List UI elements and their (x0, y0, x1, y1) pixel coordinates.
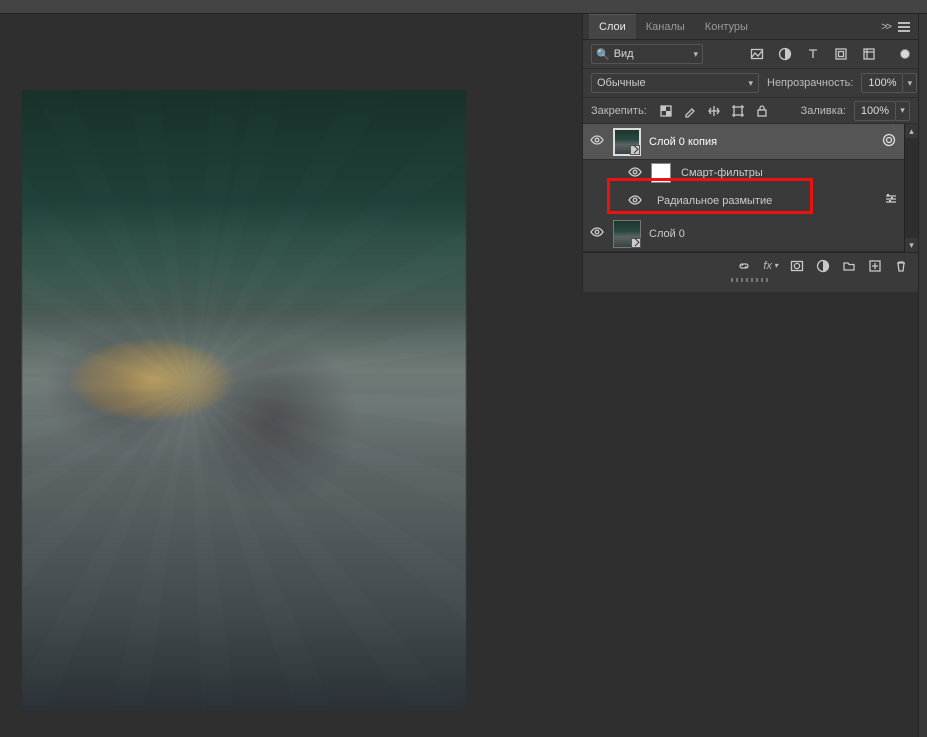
filter-toggle-icon[interactable] (900, 49, 910, 59)
layer-kind-select[interactable]: 🔍 Вид ▾ (591, 44, 703, 64)
filter-shape-icon[interactable] (834, 47, 848, 61)
document-image[interactable] (22, 90, 466, 712)
smart-filters-header[interactable]: Смарт-фильтры (623, 160, 918, 186)
filter-mask-thumbnail[interactable] (651, 163, 671, 183)
smart-filter-radial-blur[interactable]: Радиальное размытие (623, 186, 918, 216)
layer-thumbnail[interactable] (613, 128, 641, 156)
layers-panel-bottom-bar: fx▾ (583, 252, 918, 278)
filter-adjustment-icon[interactable] (778, 47, 792, 61)
smartobject-badge-icon (630, 145, 640, 155)
panel-tabs: Слои Каналы Контуры >> (583, 14, 918, 40)
panel-menu-icon[interactable] (898, 22, 910, 32)
layer-list: Слой 0 копия Смарт-фильтры Радиальное ра… (583, 124, 918, 252)
smartobject-badge-icon (631, 238, 641, 248)
filter-type-icon[interactable] (806, 47, 820, 61)
layer-kind-label: Вид (614, 48, 690, 60)
layers-panel: Слои Каналы Контуры >> 🔍 Вид ▾ (582, 14, 918, 292)
opacity-dropdown-icon[interactable]: ▾ (903, 73, 917, 93)
lock-artboard-icon[interactable] (731, 104, 745, 118)
visibility-eye-icon[interactable] (590, 225, 604, 242)
layer-item-layer0-copy[interactable]: Слой 0 копия (583, 124, 918, 160)
scroll-down-icon[interactable]: ▾ (905, 238, 918, 252)
smart-filters-label: Смарт-фильтры (681, 167, 763, 179)
visibility-eye-icon[interactable] (628, 165, 642, 182)
lock-label: Закрепить: (591, 105, 647, 117)
fill-label: Заливка: (801, 105, 846, 117)
visibility-eye-icon[interactable] (590, 133, 604, 150)
adjustment-layer-icon[interactable] (816, 259, 830, 273)
blend-opacity-row: Обычные ▾ Непрозрачность: 100% ▾ (583, 69, 918, 98)
layer-list-scrollbar[interactable]: ▴ ▾ (904, 124, 918, 252)
lock-pixels-icon[interactable] (683, 104, 697, 118)
lock-all-icon[interactable] (755, 104, 769, 118)
collapse-panel-icon[interactable]: >> (881, 21, 890, 33)
layer-item-layer0[interactable]: Слой 0 (583, 216, 918, 252)
filter-name-label: Радиальное размытие (657, 195, 772, 207)
chevron-down-icon: ▾ (748, 78, 753, 89)
blend-mode-value: Обычные (597, 77, 646, 89)
opacity-input[interactable]: 100% (861, 73, 903, 93)
tab-layers[interactable]: Слои (589, 14, 636, 39)
scroll-up-icon[interactable]: ▴ (905, 124, 918, 138)
new-group-icon[interactable] (842, 259, 856, 273)
add-mask-icon[interactable] (790, 259, 804, 273)
right-dock-strip (918, 14, 927, 737)
layer-filter-row: 🔍 Вид ▾ (583, 40, 918, 69)
opacity-label: Непрозрачность: (767, 77, 853, 89)
visibility-eye-icon[interactable] (628, 193, 642, 210)
fill-input[interactable]: 100% (854, 101, 896, 121)
layer-thumbnail[interactable] (613, 220, 641, 248)
filter-pixel-icon[interactable] (750, 47, 764, 61)
lock-position-icon[interactable] (707, 104, 721, 118)
window-top-strip (0, 0, 927, 14)
smart-filter-indicator-icon[interactable] (882, 133, 896, 150)
tab-paths[interactable]: Контуры (695, 15, 758, 39)
fill-dropdown-icon[interactable]: ▾ (896, 101, 910, 121)
smart-filters-group: Смарт-фильтры Радиальное размытие (583, 160, 918, 216)
new-layer-icon[interactable] (868, 259, 882, 273)
layer-name-label: Слой 0 копия (649, 136, 882, 148)
lock-fill-row: Закрепить: Заливка: 100% ▾ (583, 98, 918, 124)
lock-transparency-icon[interactable] (659, 104, 673, 118)
blend-mode-select[interactable]: Обычные ▾ (591, 73, 759, 93)
layer-name-label: Слой 0 (649, 228, 898, 240)
delete-layer-icon[interactable] (894, 259, 908, 273)
chevron-down-icon: ▾ (693, 49, 698, 60)
search-icon: 🔍 (596, 48, 610, 61)
panel-resize-grip[interactable] (731, 278, 771, 282)
layer-style-icon[interactable]: fx▾ (763, 260, 778, 272)
tab-channels[interactable]: Каналы (636, 15, 695, 39)
filter-smartobject-icon[interactable] (862, 47, 876, 61)
canvas-area: Слои Каналы Контуры >> 🔍 Вид ▾ (0, 0, 927, 737)
link-layers-icon[interactable] (737, 259, 751, 273)
filter-blend-options-icon[interactable] (884, 192, 898, 209)
